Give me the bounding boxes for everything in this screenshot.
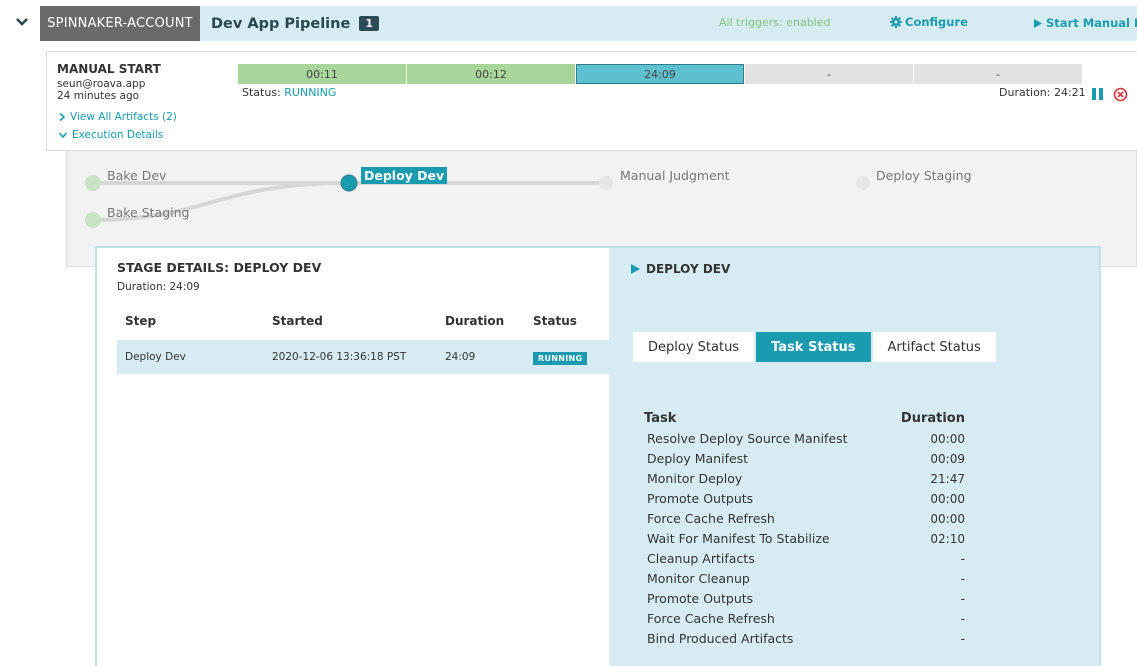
task-tabs: Deploy Status Task Status Artifact Statu… (633, 332, 996, 362)
task-panel: DEPLOY DEV Deploy Status Task Status Art… (609, 248, 1099, 666)
account-label: SPINNAKER-ACCOUNT (40, 6, 200, 41)
col-started: Started (272, 314, 323, 328)
task-duration: 00:09 (930, 452, 965, 466)
node-deploy-staging (856, 176, 870, 190)
col-duration: Duration (445, 314, 505, 328)
node-bake-staging (85, 212, 101, 228)
trigger-type: MANUAL START (57, 62, 161, 76)
node-label-bake-dev[interactable]: Bake Dev (107, 168, 166, 183)
task-duration: 00:00 (930, 492, 965, 506)
row-started: 2020-12-06 13:36:18 PST (272, 351, 407, 363)
node-manual-judgment (599, 176, 613, 190)
node-label-deploy-dev[interactable]: Deploy Dev (361, 167, 448, 184)
col-status: Status (533, 314, 577, 328)
task-name: Force Cache Refresh (647, 611, 775, 626)
trigger-user: seun@roava.app (57, 78, 146, 90)
pause-icon[interactable] (1092, 88, 1105, 101)
task-name: Monitor Cleanup (647, 571, 750, 586)
task-name: Deploy Manifest (647, 451, 749, 466)
stage-bar-bake-dev[interactable]: 00:11 (238, 64, 406, 84)
status-label: Status: (242, 86, 281, 99)
stage-bar-deploy-staging[interactable]: - (914, 64, 1082, 84)
task-duration: - (960, 632, 965, 646)
pipeline-title[interactable]: Dev App Pipeline (211, 16, 350, 32)
execution-duration: Duration: 24:21 (999, 86, 1086, 99)
node-label-bake-staging[interactable]: Bake Staging (107, 205, 189, 220)
task-duration: 02:10 (930, 532, 965, 546)
execution-details-label: Execution Details (72, 129, 164, 141)
task-duration: - (960, 612, 965, 626)
task-duration: 21:47 (930, 472, 965, 486)
view-artifacts-label: View All Artifacts (2) (70, 111, 177, 123)
col-task-duration: Duration (900, 411, 965, 426)
play-icon (1034, 18, 1042, 28)
task-panel-title-text: DEPLOY DEV (646, 262, 731, 276)
task-duration: - (960, 572, 965, 586)
task-name: Promote Outputs (647, 591, 754, 606)
cancel-icon[interactable] (1113, 87, 1128, 102)
task-duration: - (960, 592, 965, 606)
stage-details-left: STAGE DETAILS: DEPLOY DEV Duration: 24:0… (97, 248, 609, 666)
start-manual-label: Start Manual Exec (1046, 16, 1137, 30)
node-label-manual-judgment[interactable]: Manual Judgment (620, 168, 730, 183)
stage-progress-bars: 00:11 00:12 24:09 - - (238, 64, 1083, 84)
status-value: RUNNING (284, 86, 337, 99)
chevron-down-icon (59, 132, 67, 138)
view-artifacts-link[interactable]: View All Artifacts (2) (59, 111, 177, 123)
task-name: Promote Outputs (647, 491, 754, 506)
execution-details-link[interactable]: Execution Details (59, 129, 163, 141)
stage-bar-deploy-dev[interactable]: 24:09 (576, 64, 744, 84)
triggers-status: All triggers: enabled (719, 16, 831, 29)
tab-deploy-status[interactable]: Deploy Status (633, 332, 755, 362)
chevron-right-icon (59, 113, 65, 121)
row-step: Deploy Dev (125, 351, 186, 363)
start-manual-execution-button[interactable]: Start Manual Exec (1034, 16, 1137, 30)
col-task: Task (644, 411, 677, 426)
task-name: Monitor Deploy (647, 471, 743, 486)
task-name: Wait For Manifest To Stabilize (647, 531, 830, 546)
task-name: Resolve Deploy Source Manifest (647, 431, 848, 446)
task-panel-title[interactable]: DEPLOY DEV (631, 262, 730, 276)
stage-details-duration: Duration: 24:09 (117, 281, 200, 293)
gear-icon (890, 16, 902, 28)
node-label-deploy-staging[interactable]: Deploy Staging (876, 168, 972, 183)
task-name: Cleanup Artifacts (647, 551, 755, 566)
col-step: Step (125, 314, 157, 328)
execution-status: Status: RUNNING (242, 86, 336, 99)
stage-bar-bake-staging[interactable]: 00:12 (407, 64, 575, 84)
stage-bar-manual-judgment[interactable]: - (745, 64, 913, 84)
trigger-time: 24 minutes ago (57, 90, 140, 102)
row-duration: 24:09 (445, 351, 476, 363)
task-duration: - (960, 552, 965, 566)
status-badge: RUNNING (533, 352, 588, 365)
pipeline-header: Dev App Pipeline 1 All triggers: enabled… (200, 6, 1137, 41)
stage-details-title: STAGE DETAILS: DEPLOY DEV (117, 260, 322, 275)
stage-details-panel: STAGE DETAILS: DEPLOY DEV Duration: 24:0… (95, 246, 1101, 666)
task-duration: 00:00 (930, 512, 965, 526)
node-bake-dev (85, 175, 101, 191)
pipeline-count-badge: 1 (359, 16, 379, 31)
tab-artifact-status[interactable]: Artifact Status (872, 332, 996, 362)
task-duration: 00:00 (930, 432, 965, 446)
execution-row: MANUAL START seun@roava.app 24 minutes a… (46, 51, 1137, 151)
tab-task-status[interactable]: Task Status (756, 332, 871, 362)
configure-label: Configure (905, 15, 968, 29)
caret-right-icon (631, 264, 640, 274)
task-name: Bind Produced Artifacts (647, 631, 794, 646)
task-name: Force Cache Refresh (647, 511, 775, 526)
node-deploy-dev (340, 174, 358, 192)
configure-button[interactable]: Configure (890, 15, 968, 29)
collapse-chevron-icon[interactable] (14, 14, 30, 30)
